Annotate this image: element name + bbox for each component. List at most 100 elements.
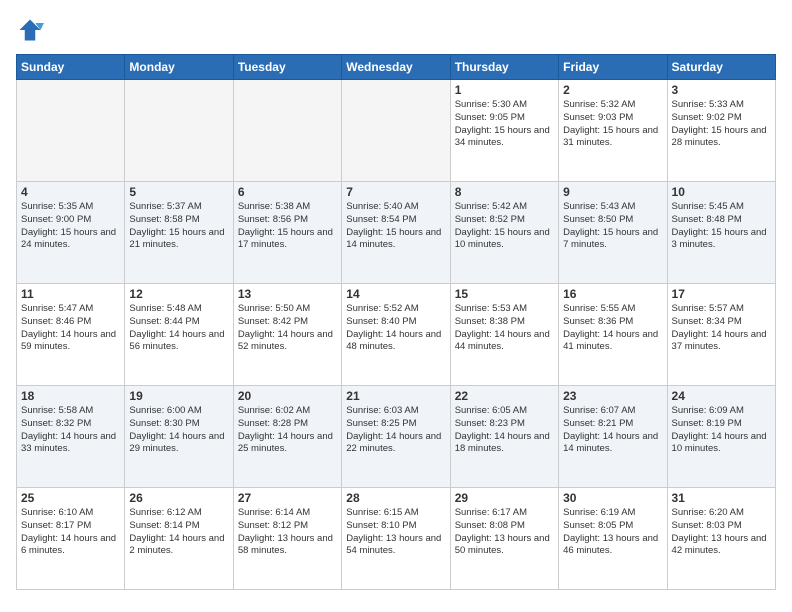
day-number: 27 <box>238 491 337 505</box>
day-info: Sunrise: 6:10 AMSunset: 8:17 PMDaylight:… <box>21 507 120 558</box>
day-info: Sunrise: 5:45 AMSunset: 8:48 PMDaylight:… <box>672 201 771 252</box>
page: SundayMondayTuesdayWednesdayThursdayFrid… <box>0 0 792 612</box>
day-number: 26 <box>129 491 228 505</box>
calendar-cell: 26 Sunrise: 6:12 AMSunset: 8:14 PMDayligh… <box>125 488 233 590</box>
weekday-header-saturday: Saturday <box>667 55 775 80</box>
calendar-cell: 7 Sunrise: 5:40 AMSunset: 8:54 PMDaylight… <box>342 182 450 284</box>
day-info: Sunrise: 5:52 AMSunset: 8:40 PMDaylight:… <box>346 303 445 354</box>
day-number: 24 <box>672 389 771 403</box>
logo-icon <box>16 16 44 44</box>
week-row-2: 4 Sunrise: 5:35 AMSunset: 9:00 PMDaylight… <box>17 182 776 284</box>
calendar-cell: 20 Sunrise: 6:02 AMSunset: 8:28 PMDayligh… <box>233 386 341 488</box>
calendar-cell: 27 Sunrise: 6:14 AMSunset: 8:12 PMDayligh… <box>233 488 341 590</box>
day-info: Sunrise: 5:40 AMSunset: 8:54 PMDaylight:… <box>346 201 445 252</box>
header <box>16 16 776 44</box>
day-info: Sunrise: 6:12 AMSunset: 8:14 PMDaylight:… <box>129 507 228 558</box>
day-number: 20 <box>238 389 337 403</box>
calendar-cell: 16 Sunrise: 5:55 AMSunset: 8:36 PMDayligh… <box>559 284 667 386</box>
day-info: Sunrise: 6:03 AMSunset: 8:25 PMDaylight:… <box>346 405 445 456</box>
calendar-cell: 30 Sunrise: 6:19 AMSunset: 8:05 PMDayligh… <box>559 488 667 590</box>
calendar-cell: 3Sunrise: 5:33 AMSunset: 9:02 PMDaylight… <box>667 80 775 182</box>
weekday-header-wednesday: Wednesday <box>342 55 450 80</box>
day-number: 11 <box>21 287 120 301</box>
day-info: Sunrise: 5:42 AMSunset: 8:52 PMDaylight:… <box>455 201 554 252</box>
day-number: 9 <box>563 185 662 199</box>
day-info: Sunrise: 5:30 AMSunset: 9:05 PMDaylight:… <box>455 99 554 150</box>
calendar-cell: 25 Sunrise: 6:10 AMSunset: 8:17 PMDayligh… <box>17 488 125 590</box>
day-info: Sunrise: 5:37 AMSunset: 8:58 PMDaylight:… <box>129 201 228 252</box>
day-info: Sunrise: 5:57 AMSunset: 8:34 PMDaylight:… <box>672 303 771 354</box>
calendar-cell: 22 Sunrise: 6:05 AMSunset: 8:23 PMDayligh… <box>450 386 558 488</box>
day-number: 18 <box>21 389 120 403</box>
calendar-cell: 15 Sunrise: 5:53 AMSunset: 8:38 PMDayligh… <box>450 284 558 386</box>
day-info: Sunrise: 6:17 AMSunset: 8:08 PMDaylight:… <box>455 507 554 558</box>
day-number: 23 <box>563 389 662 403</box>
weekday-header-row: SundayMondayTuesdayWednesdayThursdayFrid… <box>17 55 776 80</box>
calendar-cell: 1 Sunrise: 5:30 AMSunset: 9:05 PMDaylight… <box>450 80 558 182</box>
week-row-3: 11 Sunrise: 5:47 AMSunset: 8:46 PMDayligh… <box>17 284 776 386</box>
day-number: 21 <box>346 389 445 403</box>
day-number: 5 <box>129 185 228 199</box>
day-number: 15 <box>455 287 554 301</box>
day-number: 6 <box>238 185 337 199</box>
week-row-1: 1 Sunrise: 5:30 AMSunset: 9:05 PMDaylight… <box>17 80 776 182</box>
calendar-cell: 23 Sunrise: 6:07 AMSunset: 8:21 PMDayligh… <box>559 386 667 488</box>
day-number: 12 <box>129 287 228 301</box>
day-number: 10 <box>672 185 771 199</box>
calendar-cell: 10 Sunrise: 5:45 AMSunset: 8:48 PMDayligh… <box>667 182 775 284</box>
day-info: Sunrise: 6:19 AMSunset: 8:05 PMDaylight:… <box>563 507 662 558</box>
day-number: 14 <box>346 287 445 301</box>
day-info: Sunrise: 5:38 AMSunset: 8:56 PMDaylight:… <box>238 201 337 252</box>
day-info: Sunrise: 5:55 AMSunset: 8:36 PMDaylight:… <box>563 303 662 354</box>
calendar-cell: 2 Sunrise: 5:32 AMSunset: 9:03 PMDaylight… <box>559 80 667 182</box>
calendar-cell: 21 Sunrise: 6:03 AMSunset: 8:25 PMDayligh… <box>342 386 450 488</box>
day-info: Sunrise: 6:07 AMSunset: 8:21 PMDaylight:… <box>563 405 662 456</box>
calendar-cell: 19Sunrise: 6:00 AMSunset: 8:30 PMDayligh… <box>125 386 233 488</box>
calendar-table: SundayMondayTuesdayWednesdayThursdayFrid… <box>16 54 776 590</box>
day-info: Sunrise: 5:53 AMSunset: 8:38 PMDaylight:… <box>455 303 554 354</box>
calendar-cell: 12 Sunrise: 5:48 AMSunset: 8:44 PMDayligh… <box>125 284 233 386</box>
day-number: 29 <box>455 491 554 505</box>
day-number: 31 <box>672 491 771 505</box>
day-info: Sunrise: 6:09 AMSunset: 8:19 PMDaylight:… <box>672 405 771 456</box>
day-info: Sunrise: 5:33 AMSunset: 9:02 PMDaylight:… <box>672 99 771 150</box>
day-number: 30 <box>563 491 662 505</box>
day-number: 13 <box>238 287 337 301</box>
day-number: 8 <box>455 185 554 199</box>
day-number: 16 <box>563 287 662 301</box>
calendar-cell: 17 Sunrise: 5:57 AMSunset: 8:34 PMDayligh… <box>667 284 775 386</box>
week-row-4: 18 Sunrise: 5:58 AMSunset: 8:32 PMDayligh… <box>17 386 776 488</box>
day-info: Sunrise: 5:48 AMSunset: 8:44 PMDaylight:… <box>129 303 228 354</box>
day-info: Sunrise: 5:58 AMSunset: 8:32 PMDaylight:… <box>21 405 120 456</box>
calendar-cell: 14 Sunrise: 5:52 AMSunset: 8:40 PMDayligh… <box>342 284 450 386</box>
day-info: Sunrise: 6:02 AMSunset: 8:28 PMDaylight:… <box>238 405 337 456</box>
day-number: 28 <box>346 491 445 505</box>
day-info: Sunrise: 5:32 AMSunset: 9:03 PMDaylight:… <box>563 99 662 150</box>
day-info: Sunrise: 5:47 AMSunset: 8:46 PMDaylight:… <box>21 303 120 354</box>
weekday-header-monday: Monday <box>125 55 233 80</box>
week-row-5: 25 Sunrise: 6:10 AMSunset: 8:17 PMDayligh… <box>17 488 776 590</box>
calendar-cell <box>342 80 450 182</box>
calendar-cell: 6 Sunrise: 5:38 AMSunset: 8:56 PMDaylight… <box>233 182 341 284</box>
day-number: 25 <box>21 491 120 505</box>
day-number: 17 <box>672 287 771 301</box>
day-number: 2 <box>563 83 662 97</box>
calendar-cell: 8 Sunrise: 5:42 AMSunset: 8:52 PMDaylight… <box>450 182 558 284</box>
day-info: Sunrise: 6:14 AMSunset: 8:12 PMDaylight:… <box>238 507 337 558</box>
weekday-header-tuesday: Tuesday <box>233 55 341 80</box>
calendar-cell: 11 Sunrise: 5:47 AMSunset: 8:46 PMDayligh… <box>17 284 125 386</box>
day-number: 22 <box>455 389 554 403</box>
day-info: Sunrise: 6:05 AMSunset: 8:23 PMDaylight:… <box>455 405 554 456</box>
day-info: Sunrise: 5:35 AMSunset: 9:00 PMDaylight:… <box>21 201 120 252</box>
day-number: 7 <box>346 185 445 199</box>
day-info: Sunrise: 6:15 AMSunset: 8:10 PMDaylight:… <box>346 507 445 558</box>
day-number: 1 <box>455 83 554 97</box>
calendar-cell <box>125 80 233 182</box>
day-info: Sunrise: 6:00 AMSunset: 8:30 PMDaylight:… <box>129 405 228 456</box>
calendar-cell: 31 Sunrise: 6:20 AMSunset: 8:03 PMDayligh… <box>667 488 775 590</box>
day-number: 4 <box>21 185 120 199</box>
calendar-cell: 9Sunrise: 5:43 AMSunset: 8:50 PMDaylight… <box>559 182 667 284</box>
calendar-cell <box>17 80 125 182</box>
day-info: Sunrise: 6:20 AMSunset: 8:03 PMDaylight:… <box>672 507 771 558</box>
calendar-cell: 13Sunrise: 5:50 AMSunset: 8:42 PMDayligh… <box>233 284 341 386</box>
